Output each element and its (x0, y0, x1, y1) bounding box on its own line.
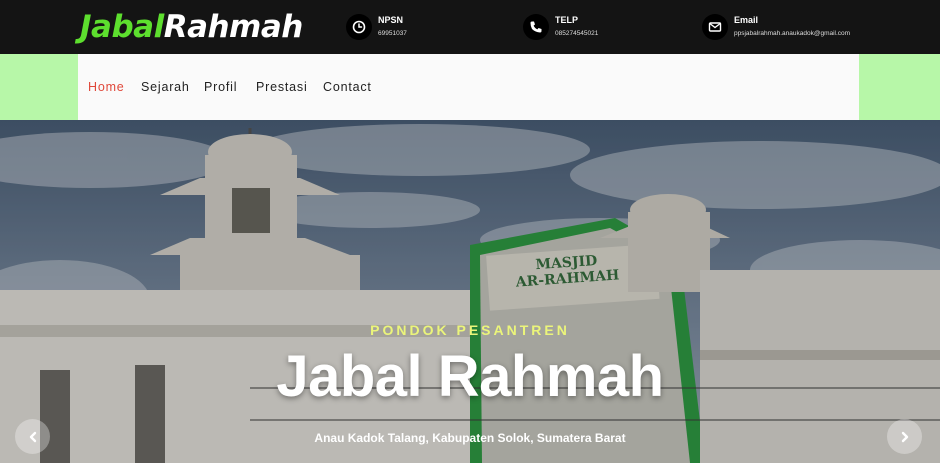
phone-value: 085274545021 (555, 30, 599, 37)
carousel-next-button[interactable] (887, 419, 922, 454)
main-navigation: Home Sejarah Profil Prestasi Contact (78, 54, 859, 120)
nav-home-link[interactable]: Home (88, 80, 125, 94)
email-value[interactable]: ppsjabalrahmah.anaukadok@gmail.com (734, 30, 850, 37)
site-logo[interactable]: JabalRahmah (80, 9, 303, 45)
clock-icon (346, 14, 372, 40)
nav-sejarah-link[interactable]: Sejarah (141, 80, 190, 94)
logo-text-rahmah: Rahmah (163, 9, 304, 45)
email-label: Email (734, 15, 759, 25)
npsn-label: NPSN (378, 15, 404, 25)
top-header-bar: JabalRahmah NPSN 69951037 TELP 085274545… (0, 0, 940, 54)
npsn-value: 69951037 (378, 30, 407, 37)
carousel-prev-button[interactable] (15, 419, 50, 454)
nav-profil-link[interactable]: Profil (204, 80, 237, 94)
mosque-background-image (0, 120, 940, 463)
nav-prestasi-link[interactable]: Prestasi (256, 80, 308, 94)
chevron-left-icon (29, 431, 36, 442)
hero-title: Jabal Rahmah (276, 344, 664, 409)
logo-text-jabal: Jabal (80, 9, 164, 45)
phone-icon (523, 14, 549, 40)
hero-subtitle: PONDOK PESANTREN (370, 322, 570, 338)
phone-label: TELP (555, 15, 579, 25)
envelope-icon (702, 14, 728, 40)
nav-contact-link[interactable]: Contact (323, 80, 372, 94)
chevron-right-icon (901, 431, 908, 442)
hero-address: Anau Kadok Talang, Kabupaten Solok, Suma… (314, 431, 626, 445)
hero-carousel: MASJID AR-RAHMAH PONDOK PESANTREN Jabal … (0, 120, 940, 463)
